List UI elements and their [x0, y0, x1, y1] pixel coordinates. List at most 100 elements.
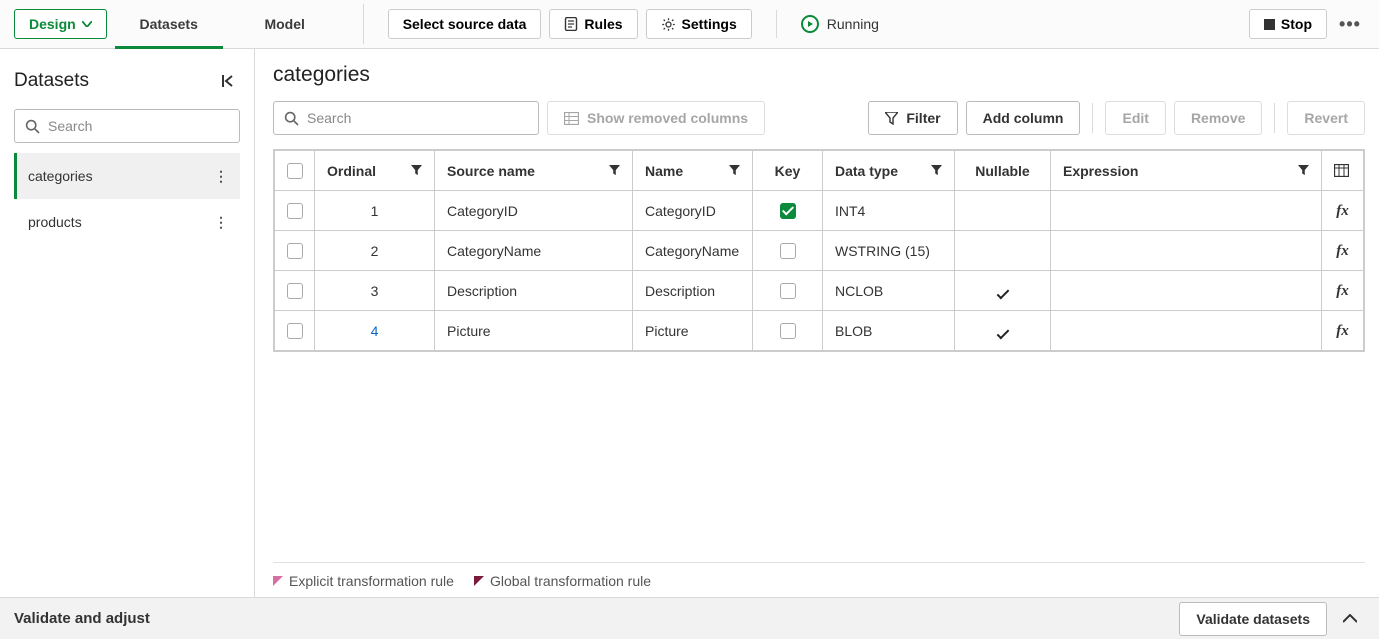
cell-fx[interactable]: fx	[1322, 311, 1364, 351]
settings-button[interactable]: Settings	[646, 9, 752, 39]
divider	[363, 4, 364, 44]
sidebar-search-input[interactable]	[48, 118, 229, 134]
header-ordinal[interactable]: Ordinal	[315, 151, 435, 191]
header-data-type[interactable]: Data type	[823, 151, 955, 191]
main: categories Show removed columns Filter	[255, 49, 1379, 597]
revert-button[interactable]: Revert	[1287, 101, 1365, 135]
validate-datasets-button[interactable]: Validate datasets	[1179, 602, 1327, 636]
divider	[776, 10, 777, 38]
table-row[interactable]: 2CategoryNameCategoryNameWSTRING (15)fx	[275, 231, 1364, 271]
main-search-input[interactable]	[307, 110, 528, 126]
remove-button[interactable]: Remove	[1174, 101, 1262, 135]
row-checkbox[interactable]	[275, 191, 315, 231]
header-expression[interactable]: Expression	[1051, 151, 1322, 191]
sidebar: Datasets categories ⋮ products ⋮	[0, 49, 255, 597]
header-checkbox[interactable]	[275, 151, 315, 191]
header-column-picker[interactable]	[1322, 151, 1364, 191]
edit-button[interactable]: Edit	[1105, 101, 1165, 135]
cell-key[interactable]	[753, 271, 823, 311]
stop-icon	[1264, 19, 1275, 30]
main-search[interactable]	[273, 101, 539, 135]
row-checkbox[interactable]	[275, 271, 315, 311]
show-removed-button[interactable]: Show removed columns	[547, 101, 765, 135]
legend: Explicit transformation rule Global tran…	[273, 562, 1365, 589]
sidebar-title: Datasets	[14, 70, 89, 92]
filter-icon[interactable]	[411, 165, 422, 176]
item-menu-icon[interactable]: ⋮	[214, 168, 228, 185]
key-checkbox-checked	[780, 203, 796, 219]
tab-datasets[interactable]: Datasets	[115, 0, 223, 49]
cell-source-name: Description	[435, 271, 633, 311]
cell-source-name: CategoryID	[435, 191, 633, 231]
design-label: Design	[29, 16, 76, 32]
filter-icon[interactable]	[931, 165, 942, 176]
cell-nullable	[955, 191, 1051, 231]
collapse-sidebar-icon[interactable]	[216, 69, 240, 93]
more-menu[interactable]: •••	[1335, 9, 1365, 39]
rules-icon	[564, 17, 578, 31]
cell-ordinal: 3	[315, 271, 435, 311]
select-source-button[interactable]: Select source data	[388, 9, 542, 39]
cell-data-type: NCLOB	[823, 271, 955, 311]
table-row[interactable]: 1CategoryIDCategoryIDINT4fx	[275, 191, 1364, 231]
table-row[interactable]: 4PicturePictureBLOBfx	[275, 311, 1364, 351]
filter-icon[interactable]	[609, 165, 620, 176]
stop-label: Stop	[1281, 16, 1312, 32]
play-icon	[801, 15, 819, 33]
sidebar-item-categories[interactable]: categories ⋮	[14, 153, 240, 199]
chevron-down-icon	[82, 21, 92, 27]
tab-model[interactable]: Model	[231, 0, 339, 49]
divider	[1274, 103, 1275, 133]
cell-fx[interactable]: fx	[1322, 231, 1364, 271]
fx-icon: fx	[1336, 203, 1349, 219]
ordinal-link[interactable]: 4	[371, 323, 379, 339]
sidebar-item-label: products	[28, 214, 82, 230]
filter-icon[interactable]	[1298, 165, 1309, 176]
sidebar-search[interactable]	[14, 109, 240, 143]
add-column-button[interactable]: Add column	[966, 101, 1081, 135]
gear-icon	[661, 17, 676, 32]
row-checkbox[interactable]	[275, 231, 315, 271]
header-nullable[interactable]: Nullable	[955, 151, 1051, 191]
check-icon	[996, 326, 1009, 339]
cell-fx[interactable]: fx	[1322, 271, 1364, 311]
fx-icon: fx	[1336, 323, 1349, 339]
cell-key[interactable]	[753, 191, 823, 231]
cell-expression	[1051, 191, 1322, 231]
check-icon	[996, 286, 1009, 299]
item-menu-icon[interactable]: ⋮	[214, 214, 228, 231]
rules-label: Rules	[584, 16, 622, 32]
cell-fx[interactable]: fx	[1322, 191, 1364, 231]
cell-expression	[1051, 271, 1322, 311]
show-removed-label: Show removed columns	[587, 110, 748, 126]
cell-key[interactable]	[753, 231, 823, 271]
cell-data-type: WSTRING (15)	[823, 231, 955, 271]
table-row[interactable]: 3DescriptionDescriptionNCLOBfx	[275, 271, 1364, 311]
settings-label: Settings	[682, 16, 737, 32]
global-rule-icon	[474, 576, 484, 586]
cell-data-type: INT4	[823, 191, 955, 231]
search-icon	[25, 119, 40, 134]
stop-button[interactable]: Stop	[1249, 9, 1327, 39]
footer-title: Validate and adjust	[14, 610, 150, 627]
row-checkbox[interactable]	[275, 311, 315, 351]
key-checkbox	[780, 243, 796, 259]
sidebar-item-products[interactable]: products ⋮	[14, 199, 240, 245]
expand-footer-icon[interactable]	[1335, 604, 1365, 634]
table-icon	[564, 112, 579, 125]
fx-icon: fx	[1336, 243, 1349, 259]
columns-table: Ordinal Source name Name Key Data type N…	[273, 149, 1365, 352]
header-key[interactable]: Key	[753, 151, 823, 191]
design-button[interactable]: Design	[14, 9, 107, 39]
cell-name: CategoryID	[633, 191, 753, 231]
filter-button[interactable]: Filter	[868, 101, 957, 135]
running-label: Running	[827, 16, 879, 32]
legend-global: Global transformation rule	[490, 573, 651, 589]
filter-icon[interactable]	[729, 165, 740, 176]
header-name[interactable]: Name	[633, 151, 753, 191]
key-checkbox	[780, 323, 796, 339]
header-source-name[interactable]: Source name	[435, 151, 633, 191]
cell-key[interactable]	[753, 311, 823, 351]
cell-name: Description	[633, 271, 753, 311]
rules-button[interactable]: Rules	[549, 9, 637, 39]
